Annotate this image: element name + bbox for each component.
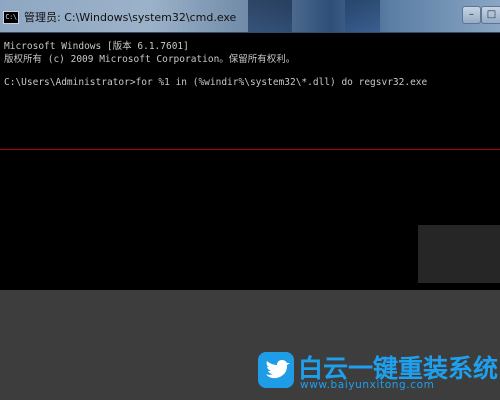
title-bar-shade: [248, 0, 292, 32]
maximize-button[interactable]: □: [481, 6, 500, 24]
cmd-icon[interactable]: C:\: [3, 11, 19, 24]
cmd-window: C:\ 管理员: C:\Windows\system32\cmd.exe – □…: [0, 0, 500, 290]
console-line: Microsoft Windows [版本 6.1.7601]: [4, 41, 189, 52]
console-command-line: C:\Users\Administrator>for %1 in (%windi…: [4, 77, 428, 88]
screen-glare: [418, 225, 500, 283]
minimize-button[interactable]: –: [462, 6, 481, 24]
window-title: 管理员: C:\Windows\system32\cmd.exe: [24, 11, 237, 24]
console-line: 版权所有 (c) 2009 Microsoft Corporation。保留所有…: [4, 54, 296, 65]
red-underline: [0, 149, 500, 150]
title-bar-shade: [345, 0, 380, 32]
console-output[interactable]: Microsoft Windows [版本 6.1.7601] 版权所有 (c)…: [0, 33, 500, 290]
watermark-url: www.baiyunxitong.com: [300, 379, 435, 391]
title-bar[interactable]: C:\ 管理员: C:\Windows\system32\cmd.exe – □: [0, 0, 500, 33]
bird-icon: [258, 352, 294, 388]
